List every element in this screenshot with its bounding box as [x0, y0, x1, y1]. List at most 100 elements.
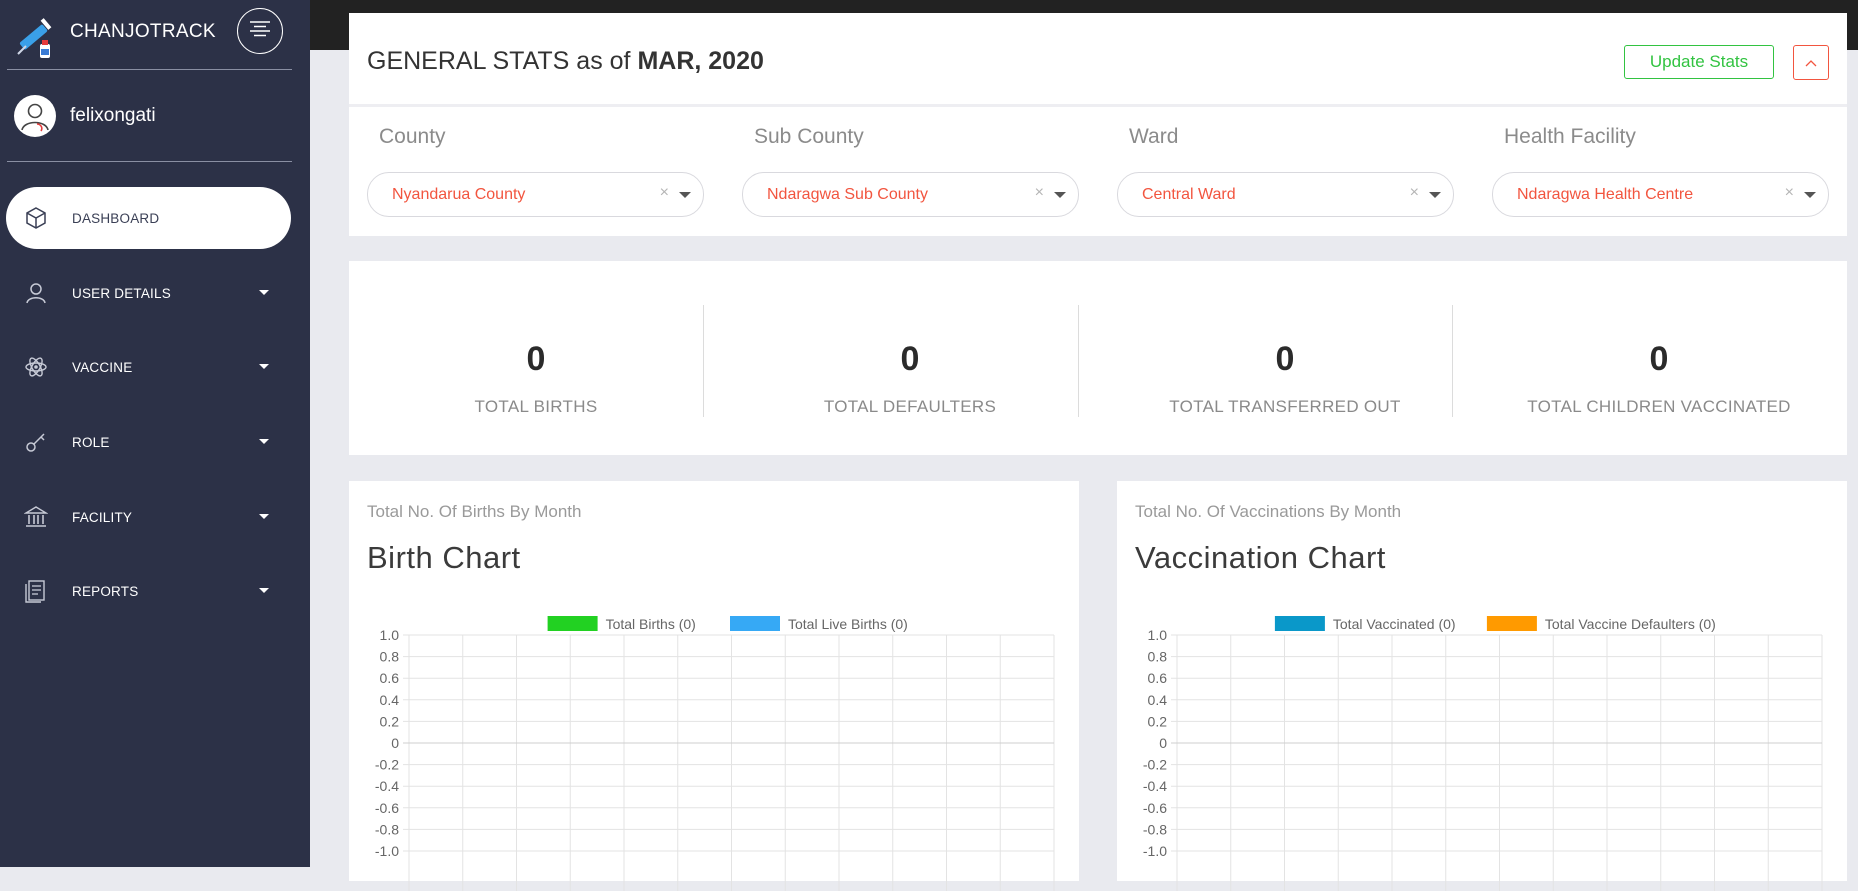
sidebar-item-label: VACCINE: [72, 359, 133, 375]
sidebar-item-user-details[interactable]: USER DETAILS: [6, 262, 291, 324]
legend-swatch: [1274, 616, 1325, 631]
chevron-down-icon: [259, 588, 269, 593]
legend-label: Total Vaccine Defaulters (0): [1545, 616, 1716, 632]
clear-icon[interactable]: ×: [1035, 184, 1044, 202]
chevron-down-icon: [259, 364, 269, 369]
y-tick-label: -0.2: [375, 757, 399, 773]
clear-icon[interactable]: ×: [1785, 184, 1794, 202]
y-tick-label: 1.0: [380, 627, 400, 643]
select-value: Nyandarua County: [392, 186, 526, 203]
stat-value: 0: [1649, 340, 1669, 378]
select-value: Central Ward: [1142, 186, 1236, 203]
brand-name: CHANJOTRACK: [70, 21, 216, 42]
y-tick-label: 0.6: [1148, 670, 1168, 686]
sidebar-item-reports[interactable]: REPORTS: [6, 560, 291, 622]
health-facility-label: Health Facility: [1504, 125, 1636, 148]
cube-icon: [23, 205, 49, 231]
y-tick-label: -0.4: [375, 778, 399, 794]
syringe-logo-icon: [14, 14, 60, 60]
align-center-icon: [250, 20, 270, 42]
username: felixongati: [70, 105, 156, 126]
ward-label: Ward: [1129, 125, 1179, 148]
page-title-date: MAR, 2020: [637, 47, 764, 75]
clear-icon[interactable]: ×: [660, 184, 669, 202]
page-title-prefix: GENERAL STATS as of: [367, 47, 638, 75]
card-header: GENERAL STATS as of MAR, 2020 Update Sta…: [349, 13, 1847, 107]
vaccination-chart-card: Total No. Of Vaccinations By Month Vacci…: [1117, 481, 1847, 891]
page-title: GENERAL STATS as of MAR, 2020: [367, 47, 764, 76]
document-icon: [23, 578, 49, 604]
birth-chart: Total Births (0) Total Live Births (0) 1.0…: [375, 616, 1055, 891]
sidebar-item-label: USER DETAILS: [72, 285, 171, 301]
birth-chart-card: Total No. Of Births By Month Birth Chart…: [349, 481, 1079, 891]
sub-county-select[interactable]: Ndaragwa Sub County ×: [742, 172, 1079, 217]
stat-divider: [1452, 305, 1453, 417]
legend-swatch: [547, 616, 598, 631]
legend-swatch: [730, 616, 780, 631]
atom-icon: [23, 354, 49, 380]
legend-label: Total Births (0): [606, 616, 696, 632]
sidebar-divider: [7, 161, 292, 162]
sidebar-item-dashboard[interactable]: DASHBOARD: [6, 187, 291, 249]
stat-total-children-vaccinated: 0 TOTAL CHILDREN VACCINATED: [1472, 301, 1846, 416]
y-tick-label: 0.2: [1148, 713, 1168, 729]
chevron-down-icon: [259, 439, 269, 444]
collapse-button[interactable]: [1793, 45, 1829, 80]
y-tick-label: 0.6: [380, 670, 400, 686]
y-tick-label: 1.0: [1148, 627, 1168, 643]
y-tick-label: -0.4: [1143, 778, 1167, 794]
sidebar-item-label: REPORTS: [72, 583, 139, 599]
user-icon: [23, 280, 49, 306]
sub-county-label: Sub County: [754, 125, 864, 148]
stat-value: 0: [1275, 340, 1295, 378]
chart-title: Vaccination Chart: [1135, 540, 1386, 575]
chevron-down-icon[interactable]: [1804, 192, 1816, 198]
stat-divider: [1078, 305, 1079, 417]
y-tick-label: -1.0: [375, 843, 399, 859]
sidebar-item-vaccine[interactable]: VACCINE: [6, 336, 291, 398]
select-value: Ndaragwa Sub County: [767, 186, 928, 203]
stat-label: TOTAL BIRTHS: [474, 397, 598, 416]
y-tick-label: -0.6: [1143, 800, 1167, 816]
clear-icon[interactable]: ×: [1410, 184, 1419, 202]
select-value: Ndaragwa Health Centre: [1517, 186, 1694, 203]
y-tick-label: -0.8: [1143, 821, 1167, 837]
legend-swatch: [1486, 616, 1537, 631]
chart-title: Birth Chart: [367, 540, 521, 575]
menu-toggle-button[interactable]: [237, 8, 283, 54]
county-label: County: [379, 125, 446, 148]
county-select[interactable]: Nyandarua County ×: [367, 172, 704, 217]
y-tick-label: -0.6: [375, 800, 399, 816]
health-facility-select[interactable]: Ndaragwa Health Centre ×: [1492, 172, 1829, 217]
general-stats-card: GENERAL STATS as of MAR, 2020 Update Sta…: [349, 13, 1847, 236]
sidebar-item-label: DASHBOARD: [72, 210, 160, 226]
y-tick-label: -0.8: [375, 821, 399, 837]
y-tick-label: 0.4: [1148, 692, 1168, 708]
vaccination-chart: Total Vaccinated (0) Total Vaccine Defaul…: [1143, 616, 1823, 891]
stat-value: 0: [900, 340, 920, 378]
chevron-down-icon[interactable]: [679, 192, 691, 198]
y-tick-label: 0: [1159, 735, 1167, 751]
sidebar: CHANJOTRACK felixongati DASHBOARD USER D…: [0, 0, 310, 867]
legend-label: Total Vaccinated (0): [1333, 616, 1456, 632]
y-tick-label: 0: [391, 735, 399, 751]
y-tick-label: 0.4: [380, 692, 400, 708]
ward-select[interactable]: Central Ward ×: [1117, 172, 1454, 217]
stat-value: 0: [526, 340, 546, 378]
sidebar-item-role[interactable]: ROLE: [6, 411, 291, 473]
sidebar-item-label: FACILITY: [72, 509, 133, 525]
bank-icon: [23, 504, 49, 530]
y-tick-label: -1.0: [1143, 843, 1167, 859]
stat-divider: [703, 305, 704, 417]
sidebar-divider: [7, 69, 292, 70]
y-tick-label: -0.2: [1143, 757, 1167, 773]
avatar: [14, 95, 56, 137]
user-profile[interactable]: felixongati: [14, 95, 294, 145]
sidebar-item-label: ROLE: [72, 434, 110, 450]
chevron-down-icon[interactable]: [1054, 192, 1066, 198]
chart-subtitle: Total No. Of Births By Month: [367, 502, 582, 521]
chevron-down-icon[interactable]: [1429, 192, 1441, 198]
key-icon: [23, 429, 49, 455]
sidebar-item-facility[interactable]: FACILITY: [6, 486, 291, 548]
update-stats-button[interactable]: Update Stats: [1624, 45, 1774, 79]
